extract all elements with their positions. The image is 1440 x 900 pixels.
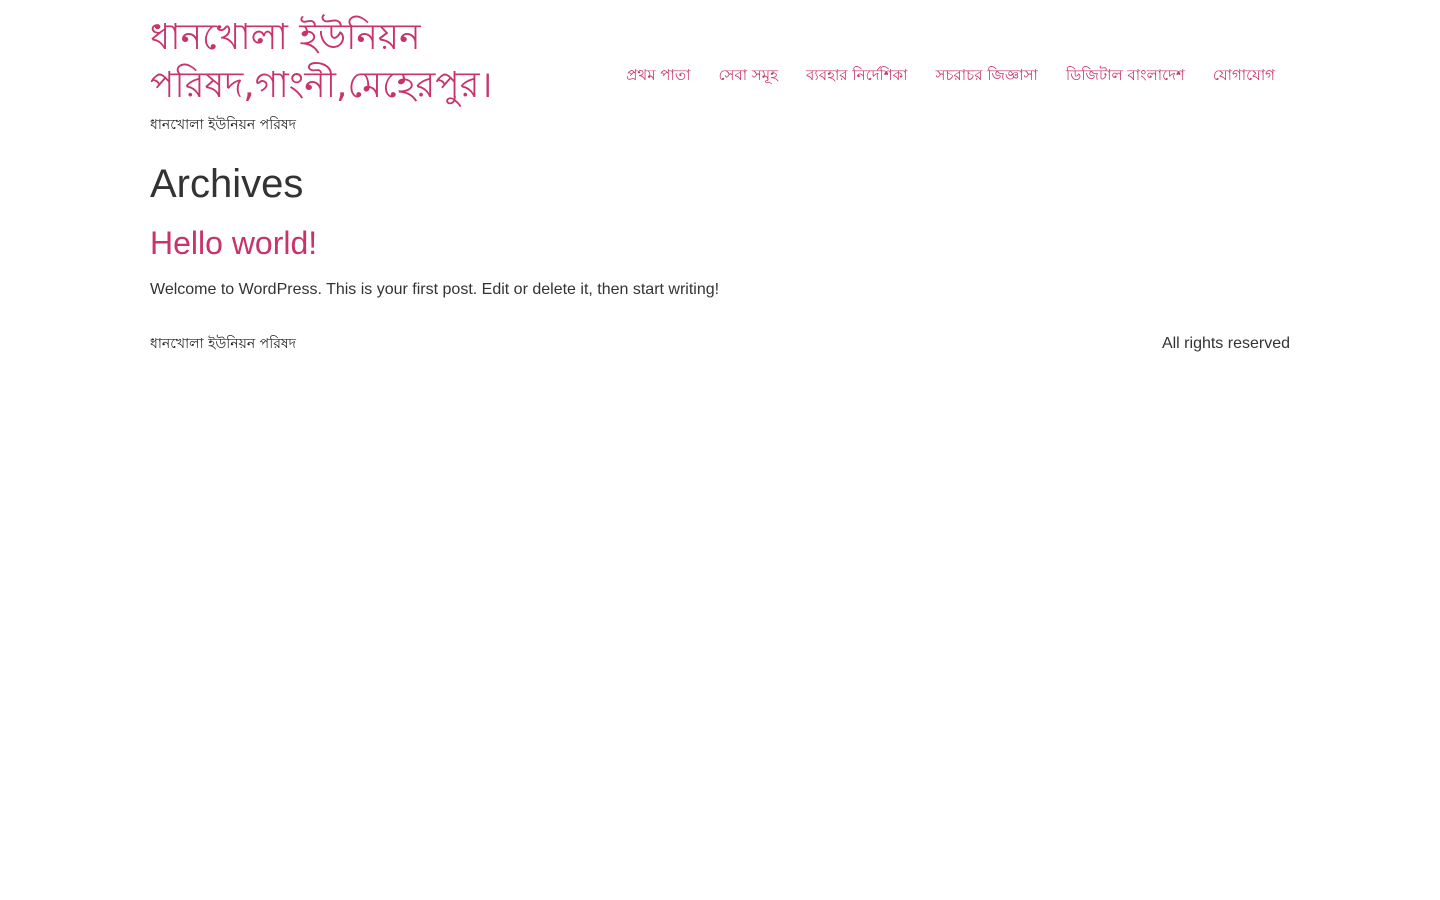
post-title-link[interactable]: Hello world! <box>150 225 317 261</box>
archive-title: Archives <box>150 162 304 206</box>
nav-item-contact: যোগাযোগ <box>1213 64 1275 86</box>
footer-copyright: All rights reserved <box>1161 335 1290 352</box>
page-container: ধানখোলা ইউনিয়ন পরিষদ,গাংনী,মেহেরপুর। ধা… <box>150 0 1290 900</box>
site-header: ধানখোলা ইউনিয়ন পরিষদ,গাংনী,মেহেরপুর। ধা… <box>150 0 1290 140</box>
nav-link-digital-bangladesh[interactable]: ডিজিটাল বাংলাদেশ <box>1066 66 1185 84</box>
nav-link-services[interactable]: সেবা সমূহ <box>718 66 778 84</box>
nav-link-faq[interactable]: সচরাচর জিজ্ঞাসা <box>936 66 1038 84</box>
site-title-link[interactable]: ধানখোলা ইউনিয়ন পরিষদ,গাংনী,মেহেরপুর। <box>150 14 570 110</box>
site-footer: ধানখোলা ইউনিয়ন পরিষদ All rights reserve… <box>150 332 1290 356</box>
site-description: ধানখোলা ইউনিয়ন পরিষদ <box>150 117 296 133</box>
nav-link-home[interactable]: প্রথম পাতা <box>626 66 690 84</box>
post-excerpt: Welcome to WordPress. This is your first… <box>150 281 720 298</box>
footer-site-name: ধানখোলা ইউনিয়ন পরিষদ <box>150 336 296 352</box>
nav-item-faq: সচরাচর জিজ্ঞাসা <box>936 64 1038 86</box>
nav-link-contact[interactable]: যোগাযোগ <box>1213 66 1275 84</box>
nav-link-usage-guide[interactable]: ব্যবহার নির্দেশিকা <box>806 66 907 84</box>
nav-menu: প্রথম পাতা সেবা সমূহ ব্যবহার নির্দেশিকা … <box>626 64 1275 86</box>
main-navigation: প্রথম পাতা সেবা সমূহ ব্যবহার নির্দেশিকা … <box>626 64 1275 86</box>
nav-item-services: সেবা সমূহ <box>718 64 778 86</box>
post-title: Hello world! <box>150 222 1290 264</box>
site-branding: ধানখোলা ইউনিয়ন পরিষদ,গাংনী,মেহেরপুর। ধা… <box>150 14 570 134</box>
post-entry: Hello world! Welcome to WordPress. This … <box>150 222 1290 302</box>
nav-item-home: প্রথম পাতা <box>626 64 690 86</box>
nav-item-usage-guide: ব্যবহার নির্দেশিকা <box>806 64 907 86</box>
nav-item-digital-bangladesh: ডিজিটাল বাংলাদেশ <box>1066 64 1185 86</box>
